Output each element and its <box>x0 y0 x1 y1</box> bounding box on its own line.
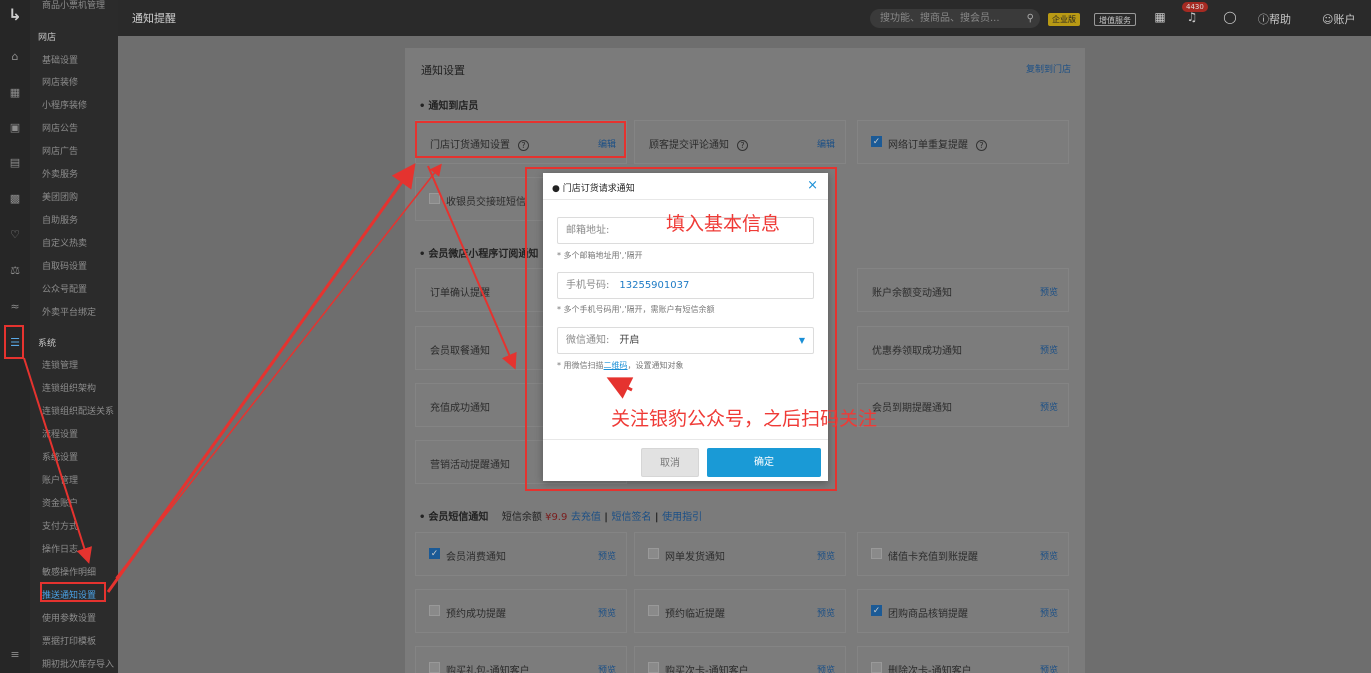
arrow-rail-to-menu <box>23 357 93 564</box>
annotation-arrows <box>23 163 634 593</box>
arrow-to-qr-link <box>606 377 634 399</box>
arrow-edit-to-dialog <box>427 165 517 370</box>
arrow-menu-to-edit <box>115 163 442 579</box>
arrow-menu-to-edit-bold <box>106 163 416 593</box>
